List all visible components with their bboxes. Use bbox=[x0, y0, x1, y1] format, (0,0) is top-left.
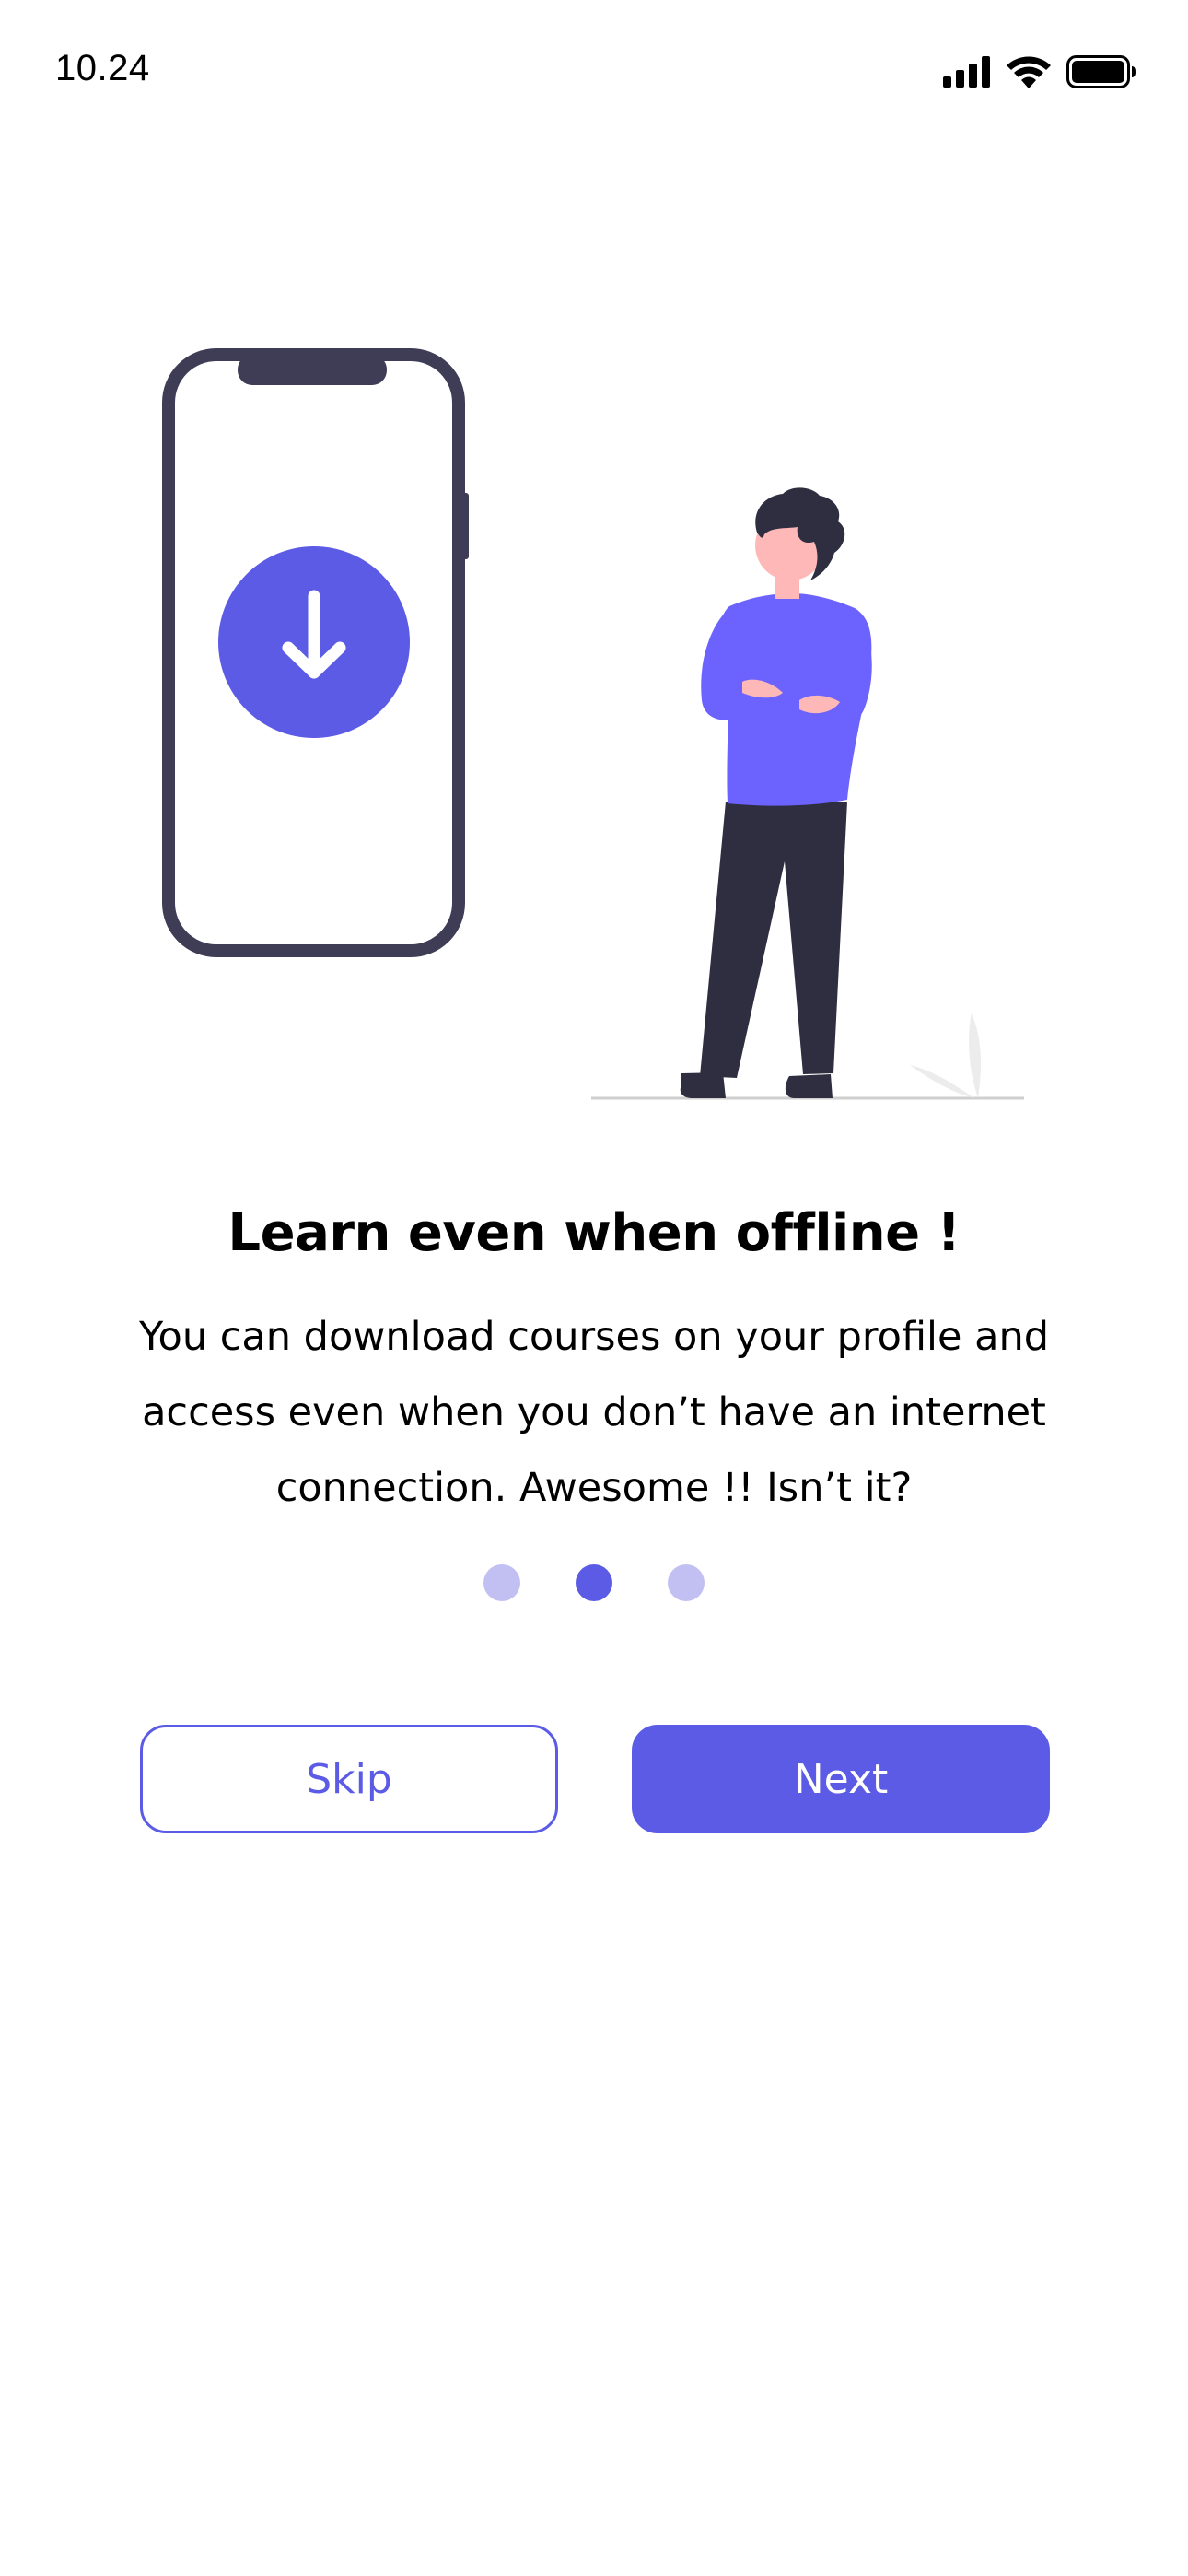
skip-button[interactable]: Skip bbox=[140, 1725, 558, 1833]
page-dot-3[interactable] bbox=[668, 1564, 705, 1601]
description-line: access even when you don’t have an inter… bbox=[142, 1389, 1046, 1435]
status-time: 10.24 bbox=[55, 48, 150, 88]
status-bar: 10.24 bbox=[0, 0, 1188, 147]
next-button[interactable]: Next bbox=[632, 1725, 1050, 1833]
page-dot-2-active[interactable] bbox=[576, 1564, 612, 1601]
onboarding-description: You can download courses on your profile… bbox=[92, 1299, 1096, 1526]
person-illustration bbox=[680, 487, 872, 1098]
page-dot-1[interactable] bbox=[483, 1564, 520, 1601]
phone-illustration bbox=[162, 348, 469, 957]
onboarding-title: Learn even when offline ! bbox=[227, 1203, 961, 1263]
description-line: You can download courses on your profile… bbox=[138, 1314, 1050, 1360]
plant-illustration bbox=[910, 1013, 982, 1098]
description-line: connection. Awesome !! Isn’t it? bbox=[275, 1465, 913, 1511]
cellular-signal-icon bbox=[943, 56, 991, 91]
page-indicator bbox=[0, 1564, 1188, 1601]
battery-icon bbox=[1066, 55, 1136, 92]
status-icons bbox=[943, 52, 1136, 96]
wifi-icon bbox=[1006, 55, 1052, 92]
onboarding-screen: 10.24 Learn even when offline ! You can … bbox=[0, 0, 1188, 2576]
onboarding-illustration bbox=[0, 332, 1188, 1124]
